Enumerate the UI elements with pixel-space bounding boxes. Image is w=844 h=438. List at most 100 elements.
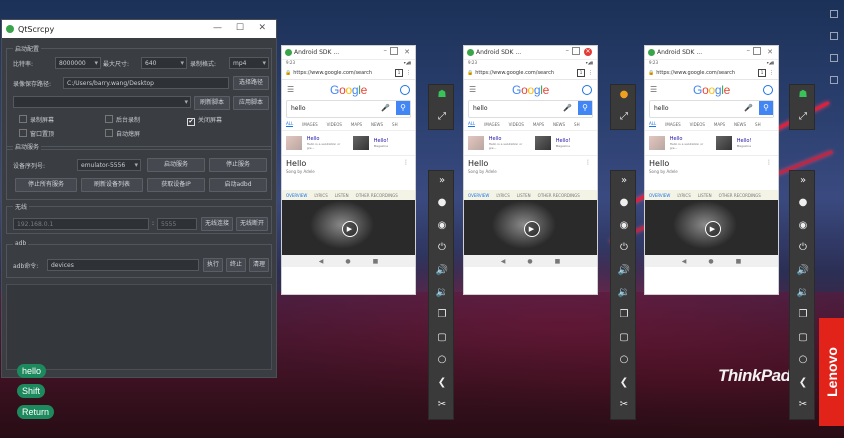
result-tab[interactable]: NEWS xyxy=(553,122,565,127)
back-icon[interactable]: ◀ xyxy=(501,258,506,265)
result-tab[interactable]: NEWS xyxy=(371,122,383,127)
video-thumbnail[interactable]: ▶ xyxy=(645,200,778,255)
fullscreen-icon[interactable]: ⤢ xyxy=(611,111,637,122)
wireless-connect-button[interactable]: 无线连接 xyxy=(201,217,233,231)
wireless-ip-input[interactable]: 192.168.0.1 xyxy=(13,218,149,230)
search-icon[interactable]: ⚲ xyxy=(578,101,592,115)
start-adbd-button[interactable]: 启动adbd xyxy=(209,178,267,192)
result-tab[interactable]: SH xyxy=(574,122,580,127)
desktop-icon[interactable] xyxy=(830,54,838,62)
wireless-port-input[interactable]: 5555 xyxy=(157,218,197,230)
max-size-select[interactable]: 640 xyxy=(141,57,187,69)
result-card[interactable]: Hello! Magazine xyxy=(374,138,415,148)
close-icon[interactable]: ✕ xyxy=(258,23,266,33)
record-save-path-input[interactable]: C:/Users/barry.wang/Desktop xyxy=(63,77,229,89)
fullscreen-icon[interactable]: ⤢ xyxy=(429,111,455,122)
knowledge-tab[interactable]: LYRICS xyxy=(496,193,509,198)
result-card[interactable]: Hello! Magazine xyxy=(737,138,778,148)
keymap-toggle-icon[interactable]: ● xyxy=(611,89,637,100)
menu-icon[interactable]: ▢ xyxy=(429,332,455,343)
result-thumbnail[interactable] xyxy=(353,136,369,150)
url-text[interactable]: https://www.google.com/search xyxy=(475,70,577,76)
record-format-select[interactable]: mp4 xyxy=(229,57,269,69)
chrome-urlbar[interactable]: 🔒 https://www.google.com/search 1 ⋮ xyxy=(464,67,597,80)
hamburger-icon[interactable]: ☰ xyxy=(650,85,657,94)
account-icon[interactable] xyxy=(763,85,773,95)
maximize-icon[interactable] xyxy=(572,47,580,55)
more-options-icon[interactable]: ⋮ xyxy=(766,159,772,166)
result-tab[interactable]: MAPS xyxy=(714,122,725,127)
android-icon[interactable]: ☗ xyxy=(429,89,455,100)
refresh-script-button[interactable]: 刷新脚本 xyxy=(194,96,230,110)
auto-screen-off-checkbox[interactable]: 自动熄屏 xyxy=(105,129,140,138)
mic-icon[interactable]: 🎤 xyxy=(744,104,753,112)
chrome-urlbar[interactable]: 🔒 https://www.google.com/search 1 ⋮ xyxy=(645,67,778,80)
tabs-icon[interactable]: 1 xyxy=(577,69,585,77)
stop-service-button[interactable]: 停止服务 xyxy=(209,158,267,172)
knowledge-tab[interactable]: LYRICS xyxy=(314,193,327,198)
more-options-icon[interactable]: ⋮ xyxy=(403,159,409,166)
tabs-icon[interactable]: 1 xyxy=(758,69,766,77)
hide-icon[interactable]: ◉ xyxy=(790,220,816,231)
device-serial-select[interactable]: emulator-5556 xyxy=(77,159,141,171)
back-icon[interactable]: ❮ xyxy=(611,377,637,388)
background-record-checkbox[interactable]: 后台录制 xyxy=(105,115,140,124)
minimize-icon[interactable]: – xyxy=(747,46,751,54)
maximize-icon[interactable] xyxy=(753,47,761,55)
search-icon[interactable]: ⚲ xyxy=(396,101,410,115)
expand-icon[interactable]: » xyxy=(429,175,455,186)
result-thumbnail[interactable] xyxy=(468,136,484,150)
home-icon[interactable]: ● xyxy=(708,258,713,265)
knowledge-tab[interactable]: LISTEN xyxy=(698,193,712,198)
home-icon[interactable]: ○ xyxy=(611,354,637,365)
result-tab[interactable]: NEWS xyxy=(734,122,746,127)
close-screen-checkbox[interactable]: ✔ 关闭屏幕 xyxy=(187,115,222,126)
search-query[interactable]: hello xyxy=(473,105,488,112)
result-tab[interactable]: VIDEOS xyxy=(327,122,342,127)
knowledge-tab[interactable]: LISTEN xyxy=(335,193,349,198)
expand-icon[interactable]: » xyxy=(611,175,637,186)
screenshot-icon[interactable]: ✂ xyxy=(611,399,637,410)
android-icon[interactable]: ☗ xyxy=(790,89,816,100)
hide-icon[interactable]: ◉ xyxy=(611,220,637,231)
desktop-icon[interactable] xyxy=(830,10,838,18)
stop-all-services-button[interactable]: 停止所有服务 xyxy=(15,178,77,192)
recents-icon[interactable]: ■ xyxy=(555,258,561,265)
result-thumbnail[interactable] xyxy=(649,136,665,150)
result-tab[interactable]: IMAGES xyxy=(484,122,499,127)
refresh-devices-button[interactable]: 刷新设备列表 xyxy=(81,178,143,192)
qtscrcpy-titlebar[interactable]: QtScrcpy — ☐ ✕ xyxy=(2,20,276,38)
google-logo[interactable]: Google xyxy=(330,83,367,97)
screenshot-icon[interactable]: ✂ xyxy=(429,399,455,410)
maximize-icon[interactable] xyxy=(390,47,398,55)
menu-icon[interactable]: ▢ xyxy=(611,332,637,343)
back-icon[interactable]: ◀ xyxy=(682,258,687,265)
volume-down-icon[interactable]: 🔉 xyxy=(429,287,455,298)
power-icon[interactable]: ⏻ xyxy=(611,242,637,253)
play-icon[interactable]: ▶ xyxy=(704,220,721,237)
hamburger-icon[interactable]: ☰ xyxy=(469,85,476,94)
result-card[interactable]: Hello Hello is a salutation or gre... xyxy=(489,136,530,150)
hamburger-icon[interactable]: ☰ xyxy=(287,85,294,94)
maximize-icon[interactable]: ☐ xyxy=(236,23,244,33)
result-tab[interactable]: ALL xyxy=(286,121,294,127)
google-logo[interactable]: Google xyxy=(512,83,549,97)
terminate-button[interactable]: 终止 xyxy=(226,258,246,272)
back-icon[interactable]: ◀ xyxy=(319,258,324,265)
apply-script-button[interactable]: 应用脚本 xyxy=(233,96,269,110)
more-menu-icon[interactable]: ⋮ xyxy=(769,70,774,76)
phone-titlebar[interactable]: Android SDK ... – ✕ xyxy=(645,46,778,60)
video-thumbnail[interactable]: ▶ xyxy=(464,200,597,255)
power-icon[interactable]: ⏻ xyxy=(429,242,455,253)
back-icon[interactable]: ❮ xyxy=(790,377,816,388)
search-query[interactable]: hello xyxy=(654,105,669,112)
wireless-disconnect-button[interactable]: 无线断开 xyxy=(236,217,268,231)
app-switch-icon[interactable]: ❐ xyxy=(790,309,816,320)
get-device-ip-button[interactable]: 获取设备IP xyxy=(147,178,205,192)
screen-off-icon[interactable]: ● xyxy=(790,197,816,208)
execute-button[interactable]: 执行 xyxy=(203,258,223,272)
close-icon[interactable]: ✕ xyxy=(404,48,410,56)
mic-icon[interactable]: 🎤 xyxy=(563,104,572,112)
start-service-button[interactable]: 启动服务 xyxy=(147,158,205,172)
url-text[interactable]: https://www.google.com/search xyxy=(293,70,395,76)
